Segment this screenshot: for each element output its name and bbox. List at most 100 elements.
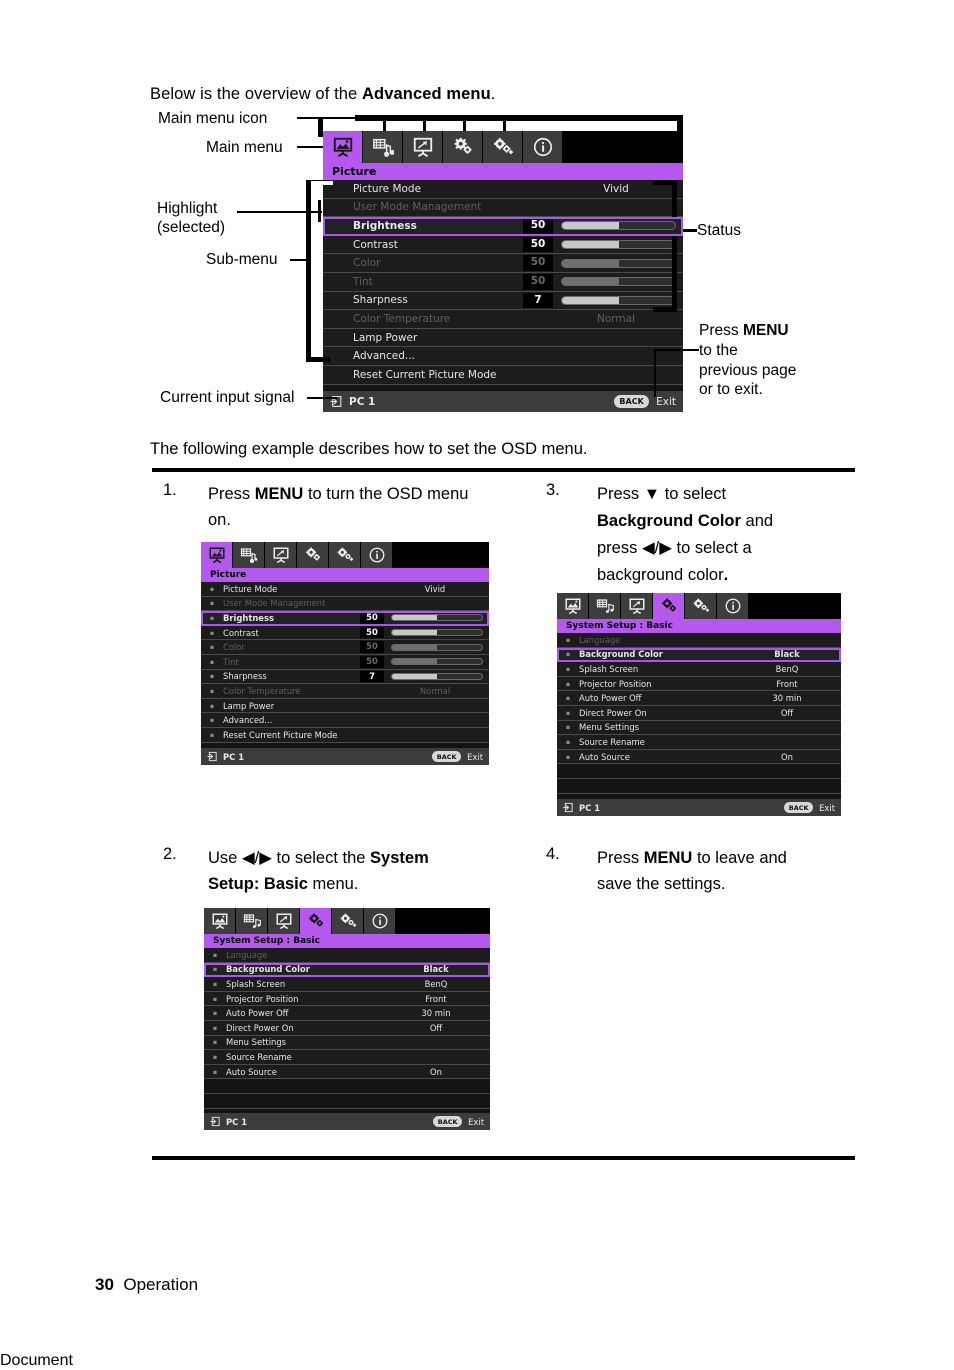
table-row[interactable]: Picture Mode Vivid xyxy=(323,180,683,199)
table-row[interactable]: ▪ Color 50 xyxy=(201,640,489,655)
table-row[interactable]: ▪ Color Temperature Normal xyxy=(201,684,489,699)
table-row[interactable]: ▪ Menu Settings xyxy=(557,720,841,736)
tab-information[interactable] xyxy=(361,542,392,568)
back-button[interactable]: BACK xyxy=(433,1116,463,1127)
tab-system-setup-advanced[interactable] xyxy=(329,542,360,568)
table-row[interactable]: Sharpness 7 xyxy=(323,291,683,311)
osd-tab-bar[interactable] xyxy=(201,542,489,568)
row-slider[interactable] xyxy=(561,295,676,305)
table-row[interactable]: Advanced... xyxy=(323,347,683,366)
table-row[interactable]: ▪ Language xyxy=(557,633,841,648)
table-row[interactable]: Tint 50 xyxy=(323,272,683,292)
tab-picture[interactable] xyxy=(201,542,232,568)
table-row[interactable]: ▪ Direct Power On Off xyxy=(204,1020,490,1036)
table-row[interactable]: Lamp Power xyxy=(323,328,683,348)
row-slider[interactable] xyxy=(391,658,483,666)
exit-label[interactable]: Exit xyxy=(656,396,676,408)
table-row[interactable]: ▪ Reset Current Picture Mode xyxy=(201,727,489,743)
tab-system-setup-basic[interactable] xyxy=(297,542,328,568)
osd-tab-bar[interactable] xyxy=(323,131,683,163)
tab-audio[interactable] xyxy=(589,593,620,619)
table-row[interactable]: ▪ Tint 50 xyxy=(201,654,489,670)
table-row[interactable]: ▪ Auto Source On xyxy=(557,749,841,765)
table-row[interactable]: ▪ Splash Screen BenQ xyxy=(557,662,841,677)
tab-system-setup-advanced[interactable] xyxy=(685,593,716,619)
table-row[interactable]: User Mode Management xyxy=(323,198,683,218)
table-row[interactable]: ▪ Sharpness 7 xyxy=(201,669,489,685)
step4-menu-bold: MENU xyxy=(643,849,693,867)
exit-label[interactable]: Exit xyxy=(819,803,835,813)
osd-step3-system-setup-menu[interactable]: System Setup : Basic ▪ Language ▪ Backgroun… xyxy=(557,593,841,816)
tab-audio[interactable] xyxy=(236,908,267,934)
tab-audio[interactable] xyxy=(363,131,402,163)
tab-information[interactable] xyxy=(523,131,562,163)
tab-system-setup-basic[interactable] xyxy=(443,131,482,163)
table-row[interactable]: ▪ Projector Position Front xyxy=(204,991,490,1007)
table-row[interactable]: ▪ Projector Position Front xyxy=(557,676,841,692)
back-button[interactable]: BACK xyxy=(432,751,462,762)
table-row[interactable]: ▪ Source Rename xyxy=(204,1050,490,1065)
osd-overview-picture-menu[interactable]: Picture Picture Mode Vivid User Mode Manag… xyxy=(323,131,683,412)
row-slider[interactable] xyxy=(391,643,483,651)
table-row[interactable]: ▪ Background Color Black xyxy=(204,962,490,978)
tab-audio[interactable] xyxy=(233,542,264,568)
row-label: Brightness xyxy=(223,612,274,623)
table-row[interactable]: ▪ Picture Mode Vivid xyxy=(201,582,489,597)
tab-display[interactable] xyxy=(403,131,442,163)
osd-step1-picture-menu[interactable]: Picture ▪ Picture Mode Vivid ▪ User Mode Man… xyxy=(201,542,489,765)
step3-t3: and xyxy=(740,511,774,530)
osd-tab-bar[interactable] xyxy=(557,593,841,619)
tab-picture[interactable] xyxy=(323,131,362,163)
table-row[interactable]: ▪ Background Color Black xyxy=(557,647,841,663)
tab-picture[interactable] xyxy=(557,593,588,619)
step4-t3: save the settings. xyxy=(597,875,726,894)
row-slider[interactable] xyxy=(391,614,483,622)
back-button[interactable]: BACK xyxy=(784,802,814,813)
table-row[interactable]: ▪ Splash Screen BenQ xyxy=(204,977,490,992)
tab-information[interactable] xyxy=(364,908,395,934)
table-row[interactable]: ▪ Menu Settings xyxy=(204,1035,490,1051)
table-row[interactable]: ▪ User Mode Management xyxy=(201,596,489,612)
row-label: Auto Source xyxy=(226,1066,277,1077)
table-row[interactable]: Contrast 50 xyxy=(323,235,683,255)
tab-display[interactable] xyxy=(268,908,299,934)
tab-system-setup-basic[interactable] xyxy=(300,908,331,934)
row-slider[interactable] xyxy=(561,258,676,268)
table-row[interactable]: Reset Current Picture Mode xyxy=(323,365,683,385)
back-button[interactable]: BACK xyxy=(614,395,650,408)
exit-label[interactable]: Exit xyxy=(468,1117,484,1127)
table-row[interactable]: ▪ Language xyxy=(204,948,490,963)
table-row[interactable]: Color Temperature Normal xyxy=(323,310,683,329)
table-row[interactable]: ▪ Source Rename xyxy=(557,735,841,750)
row-slider[interactable] xyxy=(391,629,483,637)
row-slider[interactable] xyxy=(561,240,676,250)
table-row[interactable]: ▪ Direct Power On Off xyxy=(557,705,841,721)
table-row[interactable]: ▪ Auto Source On xyxy=(204,1064,490,1080)
row-bullet-icon: ▪ xyxy=(212,1038,218,1047)
table-row[interactable]: ▪ Lamp Power xyxy=(201,698,489,714)
tab-display[interactable] xyxy=(621,593,652,619)
row-slider[interactable] xyxy=(391,672,483,680)
tab-system-setup-advanced[interactable] xyxy=(483,131,522,163)
tab-system-setup-basic[interactable] xyxy=(653,593,684,619)
table-row[interactable]: ▪ Brightness 50 xyxy=(201,611,489,626)
tab-system-setup-advanced[interactable] xyxy=(332,908,363,934)
exit-label[interactable]: Exit xyxy=(467,752,483,762)
table-row[interactable]: ▪ Contrast 50 xyxy=(201,625,489,641)
table-row[interactable]: ▪ Advanced... xyxy=(201,713,489,728)
tab-information[interactable] xyxy=(717,593,748,619)
tab-picture[interactable] xyxy=(204,908,235,934)
input-source-label: PC 1 xyxy=(579,802,601,813)
table-row[interactable]: Color 50 xyxy=(323,254,683,273)
osd-tab-bar[interactable] xyxy=(204,908,490,934)
row-label: Auto Source xyxy=(579,751,630,762)
info-circle-icon xyxy=(369,547,384,563)
row-slider[interactable] xyxy=(561,221,676,231)
row-slider[interactable] xyxy=(561,277,676,287)
row-label: Menu Settings xyxy=(226,1037,287,1048)
osd-step2-system-setup-menu[interactable]: System Setup : Basic ▪ Language ▪ Backgroun… xyxy=(204,908,490,1130)
table-row[interactable]: Brightness 50 xyxy=(323,217,683,236)
tab-display[interactable] xyxy=(265,542,296,568)
table-row[interactable]: ▪ Auto Power Off 30 min xyxy=(557,691,841,706)
table-row[interactable]: ▪ Auto Power Off 30 min xyxy=(204,1006,490,1021)
